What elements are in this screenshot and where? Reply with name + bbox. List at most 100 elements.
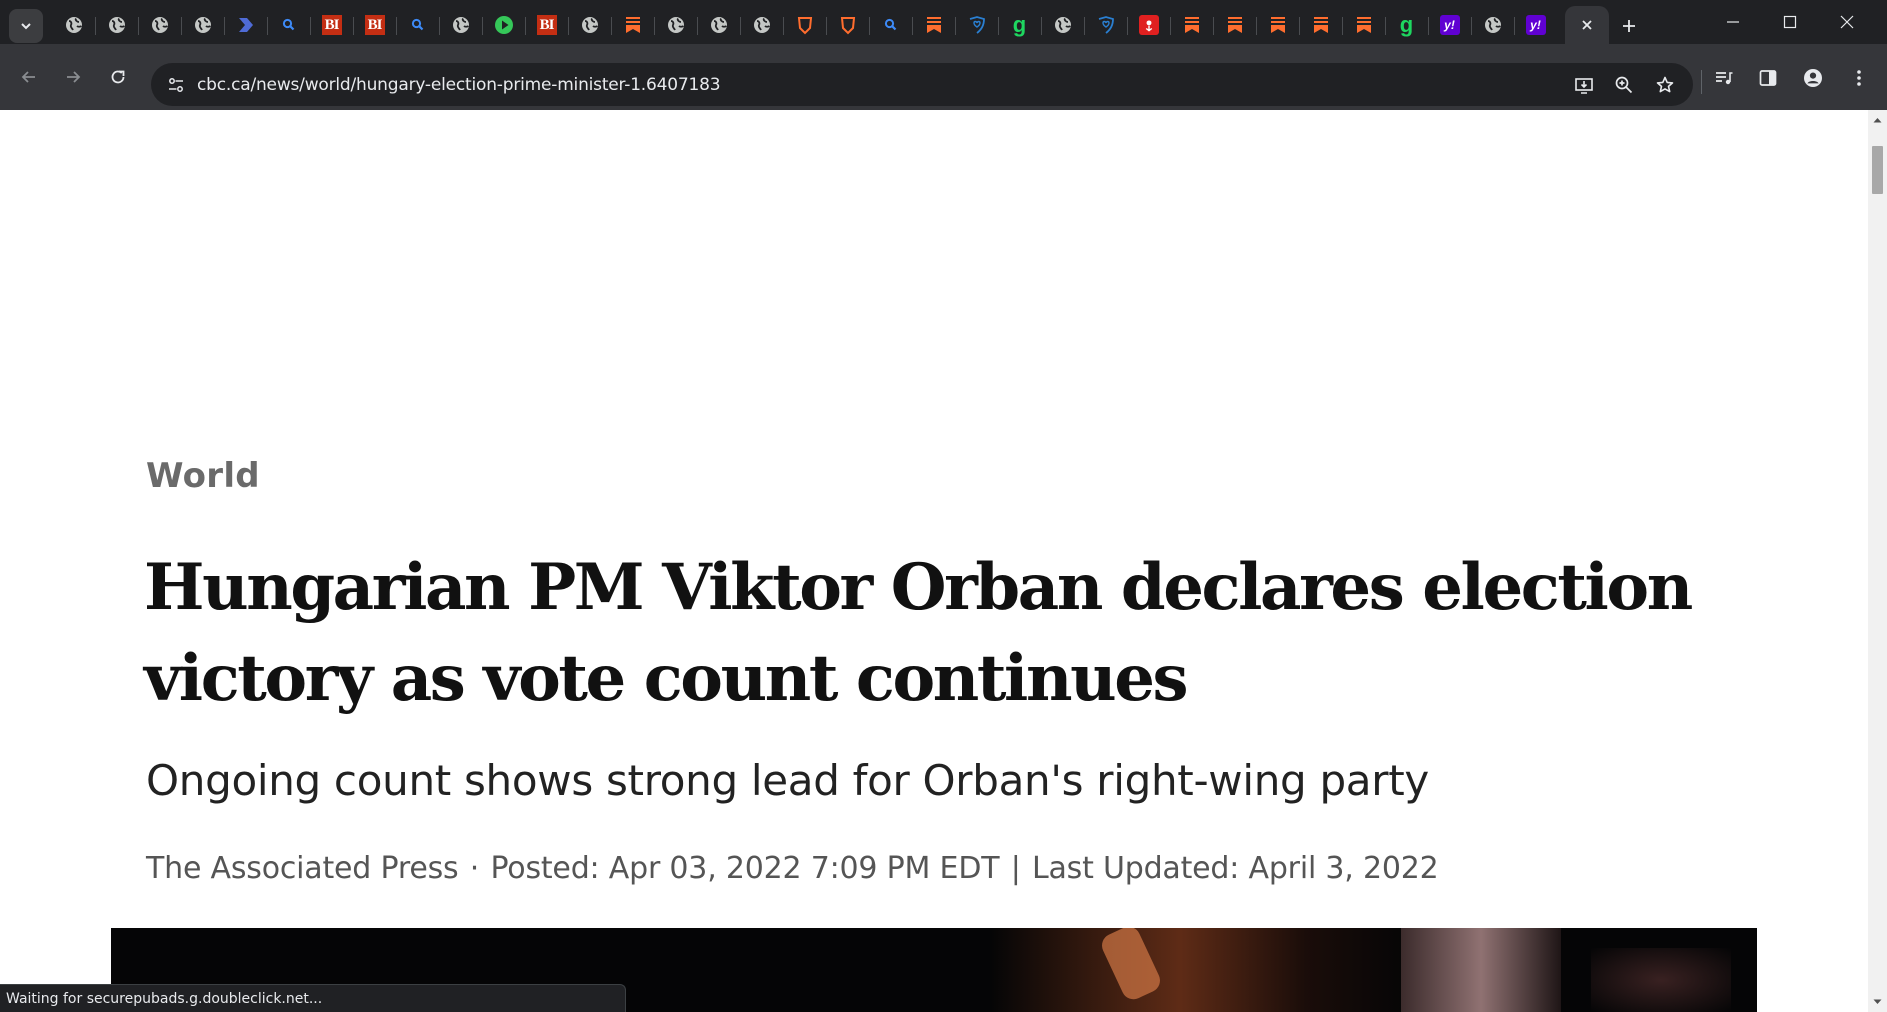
tab-27[interactable] (1170, 6, 1213, 44)
headline-line-1: Hungarian PM Viktor Orban declares elect… (144, 550, 1693, 625)
tab-26[interactable] (1127, 6, 1170, 44)
globe-icon (709, 15, 729, 35)
tab-19[interactable] (826, 6, 869, 44)
magnifier-icon (279, 15, 299, 35)
browser-toolbar: cbc.ca/news/world/hungary-election-prime… (0, 44, 1887, 110)
tab-3[interactable] (138, 6, 181, 44)
bookmark-ribbon-icon (623, 15, 643, 35)
tab-16[interactable] (697, 6, 740, 44)
tab-24[interactable] (1041, 6, 1084, 44)
close-tab-icon[interactable] (1580, 18, 1594, 32)
address-bar[interactable]: cbc.ca/news/world/hungary-election-prime… (151, 63, 1693, 106)
globe-icon (107, 15, 127, 35)
business-insider-icon: BI (536, 15, 557, 35)
tab-21[interactable] (912, 6, 955, 44)
tab-30[interactable] (1299, 6, 1342, 44)
tab-4[interactable] (181, 6, 224, 44)
blue-arrow-icon (236, 15, 256, 35)
tab-6[interactable] (267, 6, 310, 44)
tab-13[interactable] (568, 6, 611, 44)
tab-8[interactable]: BI (353, 6, 396, 44)
scroll-up-arrow-icon (1873, 118, 1882, 123)
bookmark-ribbon-icon (1225, 15, 1245, 35)
scrollbar-thumb[interactable] (1872, 146, 1883, 194)
scroll-down-button[interactable] (1868, 993, 1887, 1010)
section-label[interactable]: World (146, 456, 260, 496)
back-button[interactable] (11, 59, 47, 95)
install-app-button[interactable] (1571, 72, 1597, 98)
site-info-button[interactable] (163, 72, 189, 98)
tab-row: BI BI BI g g y! y! (52, 6, 1557, 44)
minimize-button[interactable] (1705, 0, 1761, 44)
tab-23[interactable]: g (998, 6, 1041, 44)
bookmark-ribbon-icon (924, 15, 944, 35)
article-subheadline: Ongoing count shows strong lead for Orba… (146, 756, 1429, 805)
yahoo-icon: y! (1439, 15, 1460, 35)
profile-button[interactable] (1796, 61, 1830, 95)
headline-line-2: victory as vote count continues (144, 641, 1189, 716)
arrow-right-icon (67, 71, 81, 83)
tab-33[interactable]: y! (1428, 6, 1471, 44)
tab-10[interactable] (439, 6, 482, 44)
tab-7[interactable]: BI (310, 6, 353, 44)
article-headline: Hungarian PM Viktor Orban declares elect… (144, 542, 1764, 724)
tab-29[interactable] (1256, 6, 1299, 44)
bookmark-star-button[interactable] (1652, 72, 1678, 98)
tab-9[interactable] (396, 6, 439, 44)
business-insider-icon: BI (321, 15, 342, 35)
active-tab[interactable] (1565, 6, 1609, 44)
tab-17[interactable] (740, 6, 783, 44)
media-queue-icon (1716, 72, 1733, 85)
tab-32[interactable]: g (1385, 6, 1428, 44)
tab-5[interactable] (224, 6, 267, 44)
maximize-button[interactable] (1762, 0, 1818, 44)
tab-35[interactable]: y! (1514, 6, 1557, 44)
globe-icon (150, 15, 170, 35)
tune-icon (169, 78, 183, 92)
byline-separator-dot: · (469, 851, 480, 886)
scroll-up-button[interactable] (1868, 112, 1887, 129)
reload-button[interactable] (100, 59, 136, 95)
zoom-button[interactable] (1611, 72, 1637, 98)
tab-34[interactable] (1471, 6, 1514, 44)
tab-25[interactable] (1084, 6, 1127, 44)
tab-15[interactable] (654, 6, 697, 44)
article-byline: The Associated Press · Posted: Apr 03, 2… (146, 851, 1766, 886)
url-text[interactable]: cbc.ca/news/world/hungary-election-prime… (197, 75, 721, 95)
grammarly-icon: g (1399, 12, 1414, 37)
bookmark-ribbon-icon (1268, 15, 1288, 35)
tab-31[interactable] (1342, 6, 1385, 44)
media-controls-button[interactable] (1707, 61, 1741, 95)
business-insider-icon: BI (364, 15, 385, 35)
tab-strip: BI BI BI g g y! y! (0, 0, 1887, 44)
globe-icon (64, 15, 84, 35)
tab-22[interactable] (955, 6, 998, 44)
tab-11[interactable] (482, 6, 525, 44)
chevron-down-icon (21, 23, 31, 30)
globe-icon (666, 15, 686, 35)
tab-search-button[interactable] (9, 9, 43, 43)
vertical-scrollbar[interactable] (1868, 110, 1887, 1012)
tab-2[interactable] (95, 6, 138, 44)
new-tab-button[interactable] (1613, 10, 1645, 42)
toolbar-divider (1701, 70, 1702, 94)
grammarly-icon: g (1012, 12, 1027, 37)
forward-button[interactable] (55, 59, 91, 95)
tab-28[interactable] (1213, 6, 1256, 44)
globe-icon (752, 15, 772, 35)
tab-12[interactable]: BI (525, 6, 568, 44)
close-window-button[interactable] (1819, 0, 1875, 44)
tab-18[interactable] (783, 6, 826, 44)
brave-shield-icon (838, 15, 858, 35)
tab-1[interactable] (52, 6, 95, 44)
minimize-icon (1727, 21, 1739, 23)
arrow-left-icon (21, 71, 35, 83)
magnifier-icon (881, 15, 901, 35)
status-bubble: Waiting for securepubads.g.doubleclick.n… (0, 984, 626, 1012)
bookmark-ribbon-icon (1182, 15, 1202, 35)
browser-menu-button[interactable] (1842, 61, 1876, 95)
tab-20[interactable] (869, 6, 912, 44)
tab-14[interactable] (611, 6, 654, 44)
side-panel-button[interactable] (1751, 61, 1785, 95)
brave-shield-icon (795, 15, 815, 35)
